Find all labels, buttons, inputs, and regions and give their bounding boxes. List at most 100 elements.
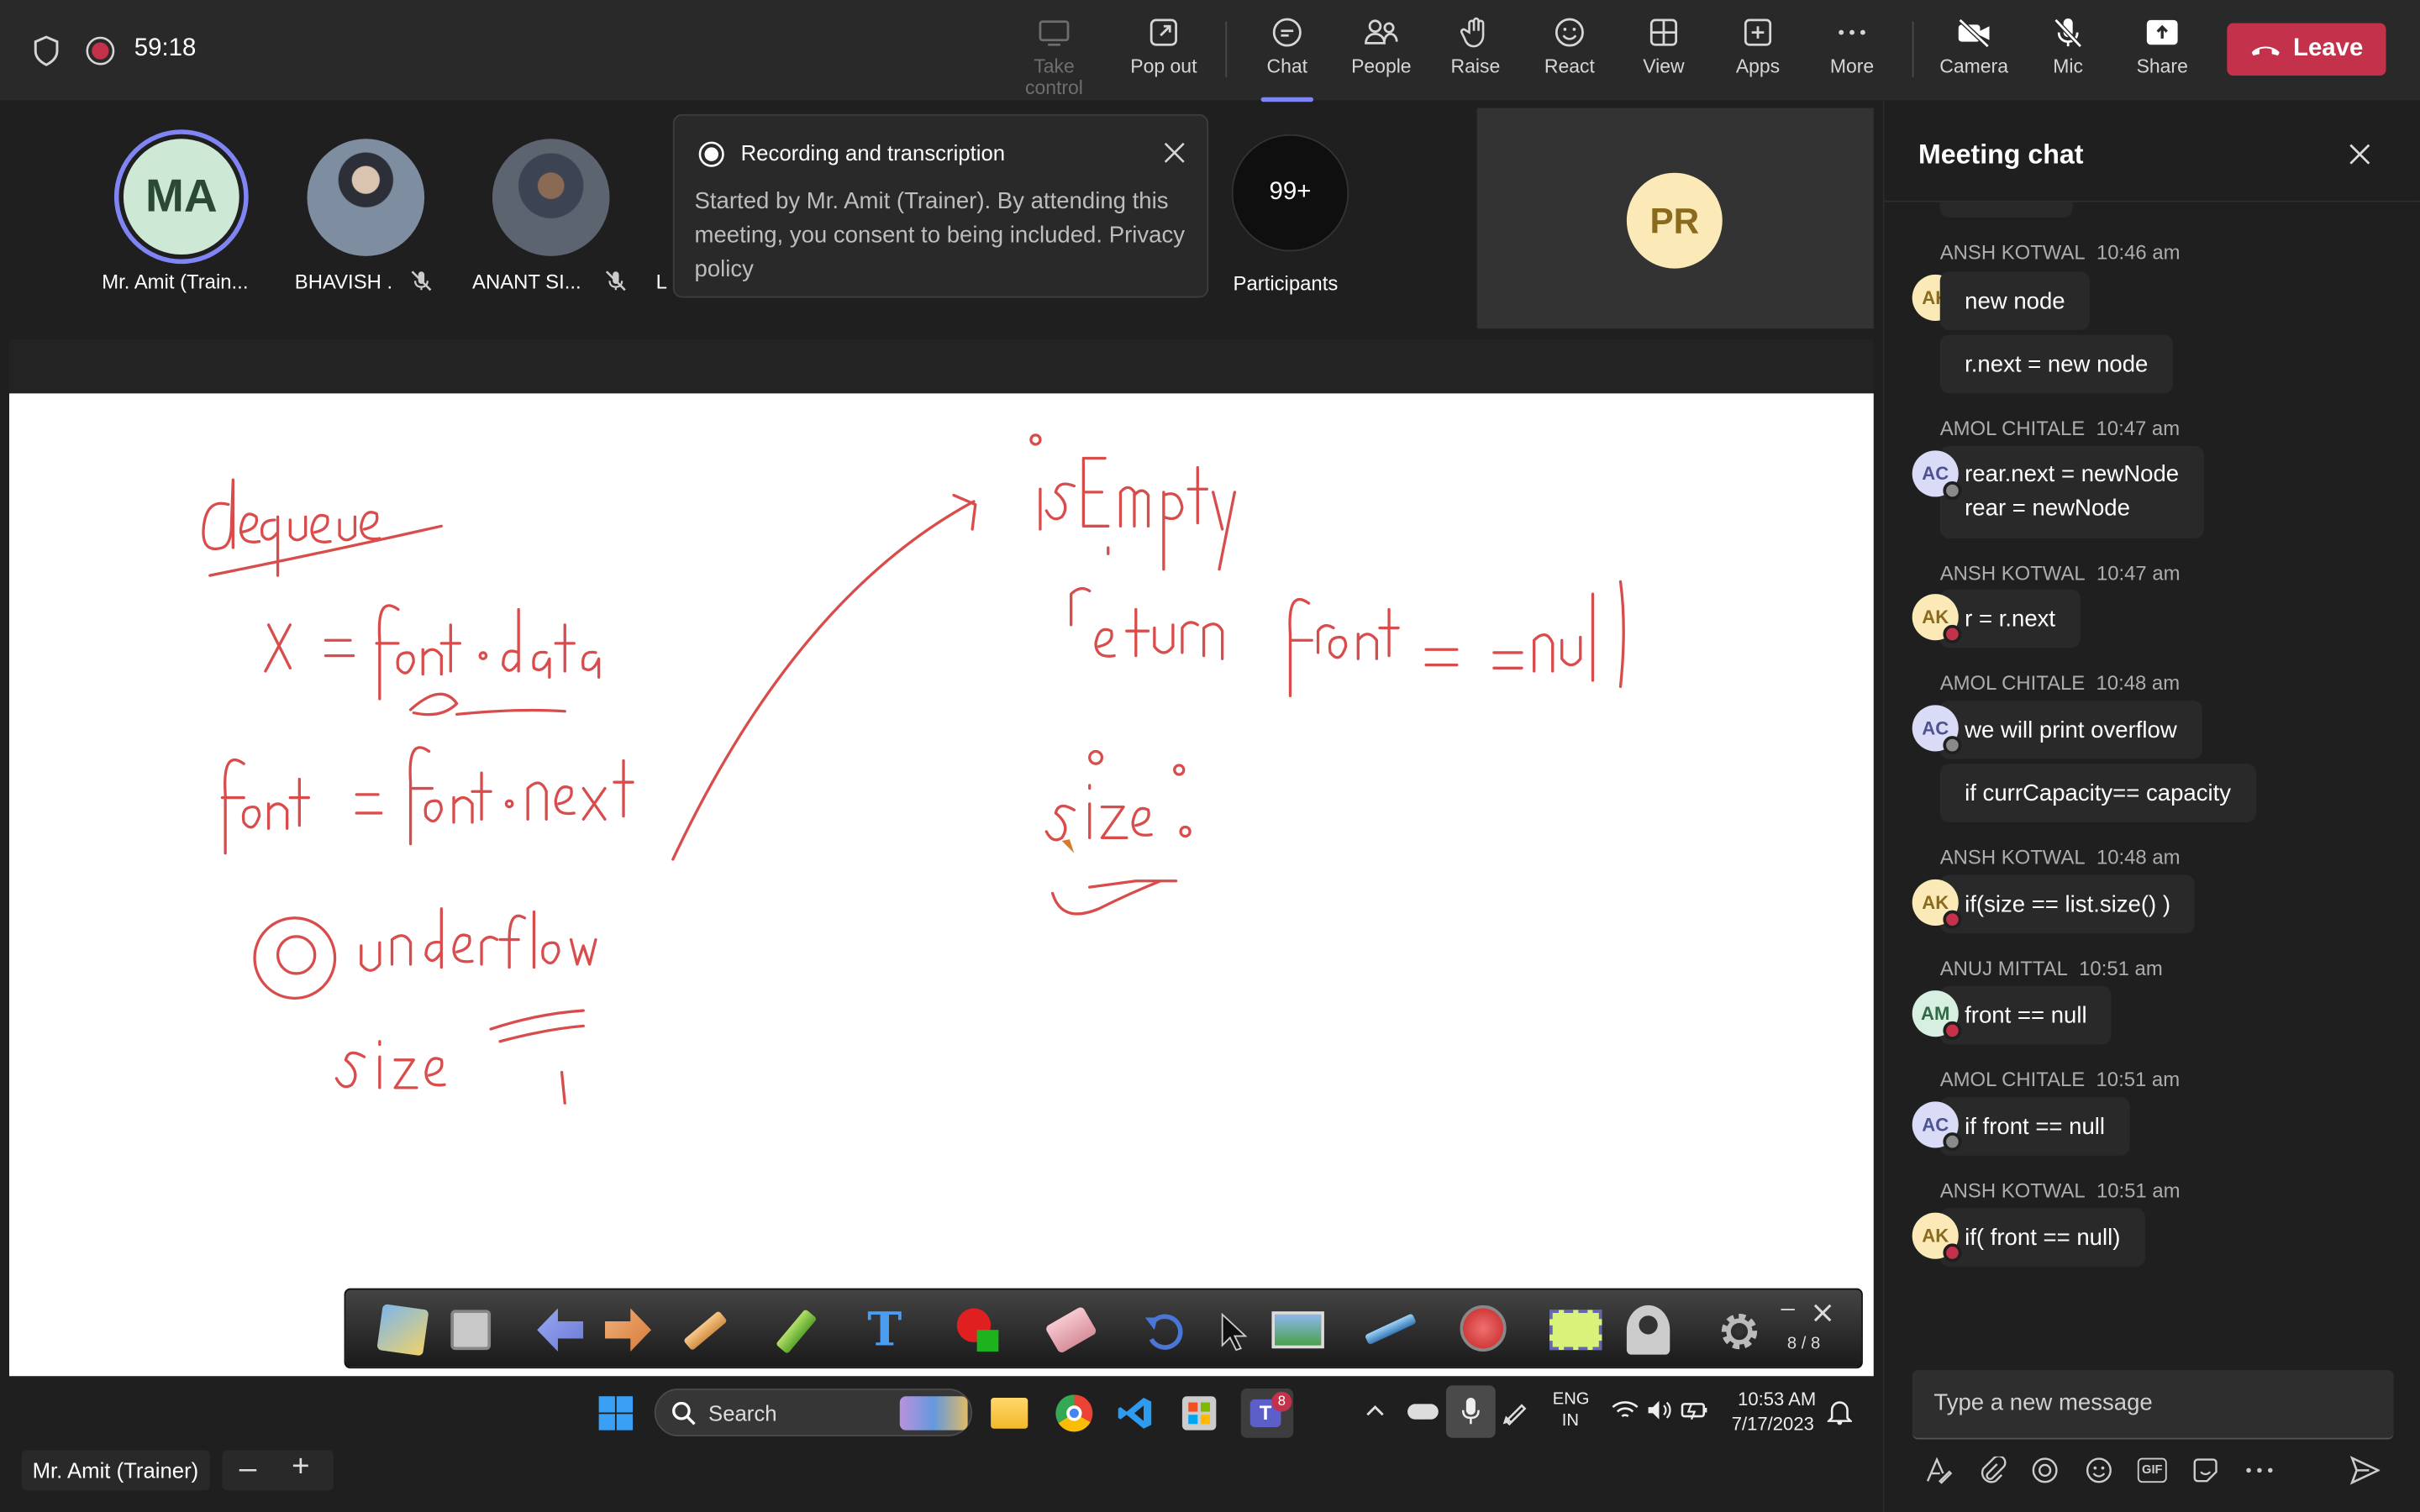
save-icon[interactable] — [450, 1310, 492, 1351]
webcam-tool-icon[interactable] — [1626, 1305, 1670, 1355]
message-bubble[interactable]: front == null — [1939, 985, 2112, 1045]
gif-icon[interactable]: GIF — [2137, 1457, 2167, 1483]
avatar-initials: AC — [1922, 1114, 1949, 1136]
message-bubble[interactable]: rear.next = newNode rear = newNode — [1939, 445, 2204, 539]
react-button[interactable]: React — [1522, 15, 1618, 92]
store-icon[interactable] — [1181, 1396, 1217, 1431]
teams-icon[interactable]: T 8 — [1240, 1389, 1294, 1438]
pen-tool-icon[interactable] — [682, 1310, 728, 1352]
more-button[interactable]: More — [1804, 15, 1900, 92]
search-label: Search — [708, 1400, 777, 1426]
clock-time[interactable]: 10:53 AM — [1738, 1389, 1816, 1410]
send-icon[interactable] — [2349, 1455, 2381, 1486]
message-bubble[interactable]: r = r.next — [1939, 589, 2081, 648]
more-options-icon[interactable] — [2245, 1467, 2273, 1473]
loop-icon[interactable] — [2031, 1457, 2059, 1484]
view-button[interactable]: View — [1616, 15, 1712, 92]
apps-icon — [1744, 18, 1772, 46]
mic-off-icon — [2054, 18, 2082, 48]
redo-page-icon[interactable] — [604, 1308, 652, 1352]
zoom-in-button[interactable]: + — [292, 1450, 309, 1485]
close-icon[interactable] — [1164, 142, 1186, 164]
taskbar-search[interactable]: Search — [654, 1389, 973, 1436]
message-bubble[interactable]: if( front == null) — [1939, 1208, 2145, 1267]
attach-icon[interactable] — [1979, 1456, 2007, 1484]
notification-bell-icon[interactable] — [1827, 1398, 1853, 1425]
undo-page-icon[interactable] — [537, 1308, 584, 1352]
avatar-participant-photo[interactable] — [492, 139, 610, 256]
mic-button[interactable]: Mic — [2020, 15, 2116, 92]
message-bubble[interactable]: if currCapacity== capacity — [1939, 764, 2256, 822]
avatar-initials: AC — [1922, 463, 1949, 485]
chat-button[interactable]: Chat — [1239, 15, 1335, 102]
message-input[interactable]: Type a new message — [1912, 1369, 2394, 1440]
zoom-out-button[interactable]: – — [239, 1452, 256, 1487]
format-icon[interactable] — [1924, 1457, 1953, 1484]
people-button[interactable]: People — [1334, 15, 1429, 92]
language-indicator[interactable]: ENG — [1553, 1390, 1590, 1409]
more-label: More — [1829, 55, 1875, 77]
avatar[interactable]: AC — [1912, 1101, 1962, 1152]
take-control-button[interactable]: Take control — [1007, 15, 1102, 99]
emoji-icon[interactable] — [2085, 1457, 2112, 1484]
participants-overflow-button[interactable]: 99+ — [1231, 134, 1349, 252]
hang-up-icon — [2251, 46, 2280, 56]
battery-icon[interactable] — [1681, 1399, 1708, 1421]
share-button[interactable]: Share — [2114, 15, 2210, 92]
message-bubble[interactable]: new node — [1939, 271, 2091, 331]
whiteboard-color-icon[interactable] — [1549, 1310, 1602, 1351]
eraser-tool-icon[interactable] — [1044, 1305, 1098, 1354]
shapes-square-icon — [976, 1330, 999, 1352]
message-bubble[interactable]: if(size == list.size() ) — [1939, 874, 2196, 934]
avatar[interactable]: AK — [1912, 1212, 1962, 1263]
sticker-icon[interactable] — [2191, 1457, 2219, 1484]
raise-hand-button[interactable]: Raise — [1428, 15, 1523, 92]
text-tool-icon[interactable]: T — [867, 1304, 902, 1357]
toolbar-divider — [1912, 21, 1914, 77]
chrome-icon[interactable] — [1055, 1394, 1093, 1432]
avatar[interactable]: AC — [1912, 705, 1962, 755]
avatar[interactable]: AM — [1912, 990, 1962, 1040]
participant-name: BHAVISH . — [294, 270, 393, 293]
avatar[interactable]: AK — [1912, 879, 1962, 929]
avatar[interactable]: AK — [1912, 594, 1962, 643]
message-text: rear.next = newNode — [1965, 461, 2180, 488]
settings-gear-icon[interactable] — [1716, 1309, 1762, 1355]
leave-button[interactable]: Leave — [2227, 23, 2386, 76]
shield-icon — [34, 35, 59, 66]
message-bubble[interactable]: if front == null — [1939, 1096, 2130, 1156]
avatar-presenter[interactable]: MA — [113, 129, 249, 265]
windows-start-icon[interactable] — [597, 1394, 634, 1431]
minimize-icon[interactable]: – — [1781, 1296, 1795, 1324]
vscode-icon[interactable] — [1118, 1394, 1155, 1431]
message-bubble[interactable]: we will print overflow — [1939, 700, 2202, 759]
file-explorer-icon[interactable] — [991, 1398, 1028, 1429]
chevron-up-icon[interactable] — [1365, 1403, 1386, 1418]
close-toolbar-icon[interactable] — [1813, 1304, 1832, 1322]
close-chat-icon[interactable] — [2349, 144, 2370, 165]
highlighter-tool-icon[interactable] — [775, 1309, 818, 1355]
windows-taskbar: Search T 8 ENG IN 10:53 AM 7/17/2023 — [9, 1376, 1874, 1447]
undo-icon[interactable] — [1142, 1311, 1185, 1352]
message-bubble[interactable]: r.next = new node — [1939, 334, 2173, 394]
page-indicator: 8 / 8 — [1786, 1334, 1821, 1353]
camera-button[interactable]: Camera — [1926, 15, 2022, 92]
pop-out-button[interactable]: Pop out — [1116, 15, 1212, 92]
avatar-initials: AK — [1922, 891, 1949, 914]
avatar-participant-photo[interactable] — [307, 139, 425, 256]
avatar[interactable]: AC — [1912, 450, 1962, 501]
line-tool-icon[interactable] — [1364, 1313, 1417, 1346]
onedrive-icon[interactable] — [1407, 1404, 1439, 1420]
mic-tray-icon[interactable] — [1445, 1385, 1496, 1438]
star-tool-icon[interactable] — [376, 1304, 429, 1357]
record-tool-icon[interactable] — [1460, 1305, 1507, 1352]
volume-icon[interactable] — [1647, 1399, 1671, 1421]
screenshot-tool-icon[interactable] — [1271, 1311, 1324, 1349]
clock-date: 7/17/2023 — [1731, 1413, 1814, 1436]
language-region: IN — [1561, 1411, 1579, 1431]
video-tile[interactable]: PR — [1476, 108, 1874, 329]
pen-tray-icon[interactable] — [1502, 1398, 1529, 1426]
pointer-tool-icon[interactable] — [1219, 1311, 1248, 1352]
apps-button[interactable]: Apps — [1710, 15, 1806, 92]
wifi-icon[interactable] — [1612, 1399, 1639, 1421]
